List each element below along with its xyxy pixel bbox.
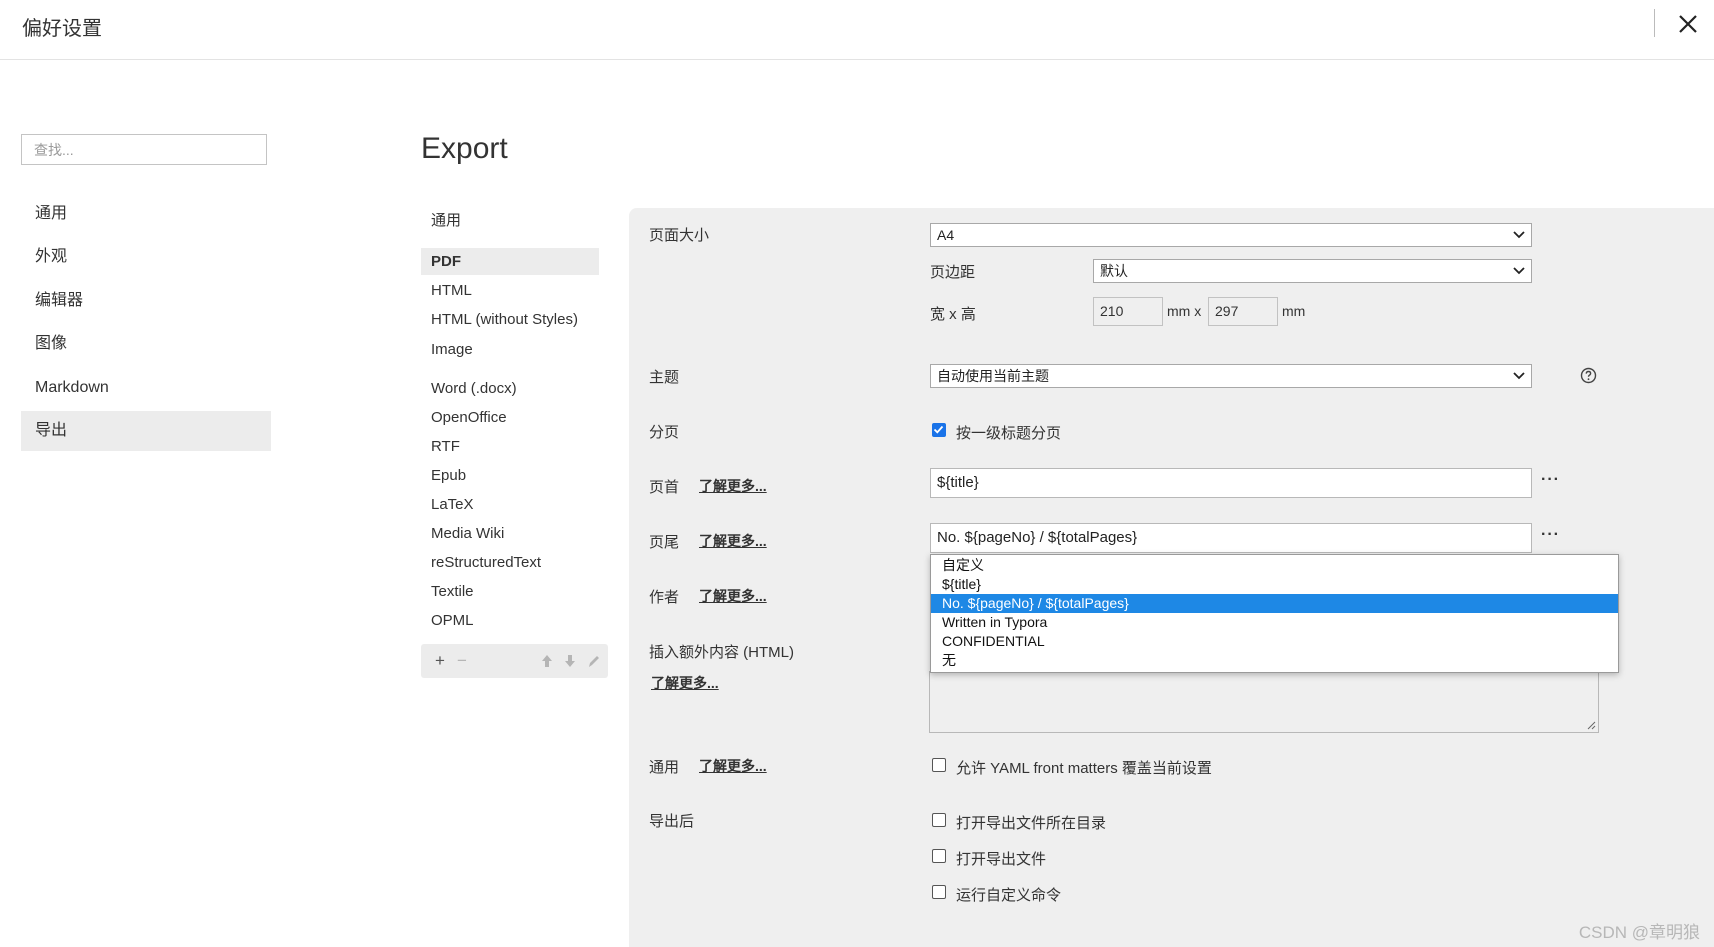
format-item-textile[interactable]: Textile	[421, 578, 599, 605]
help-icon	[1580, 367, 1597, 384]
pagination-checkbox-label: 按一级标题分页	[956, 425, 1062, 442]
header-input[interactable]: ${title}	[930, 468, 1532, 498]
format-item-epub[interactable]: Epub	[421, 462, 599, 489]
title-bar-divider	[1654, 9, 1655, 37]
extra-content-textarea[interactable]	[929, 671, 1599, 733]
dropdown-option-written-in-typora[interactable]: Written in Typora	[931, 613, 1618, 632]
open-export-folder-label: 打开导出文件所在目录	[956, 815, 1107, 832]
page-size-select[interactable]: A4	[930, 223, 1532, 247]
nav-item-image[interactable]: 图像	[21, 324, 271, 364]
theme-select[interactable]: 自动使用当前主题	[930, 364, 1532, 388]
close-icon	[1679, 15, 1697, 33]
margin-value: 默认	[1100, 263, 1128, 279]
author-learn-more-link[interactable]: 了解更多...	[699, 586, 767, 606]
format-item-html-without-styles[interactable]: HTML (without Styles)	[421, 306, 599, 333]
title-bar: 偏好设置	[0, 0, 1714, 60]
format-item-media-wiki[interactable]: Media Wiki	[421, 520, 599, 547]
resize-handle-icon[interactable]	[1586, 720, 1596, 730]
close-button[interactable]	[1670, 6, 1706, 42]
format-item-general[interactable]: 通用	[421, 207, 599, 234]
page-size-label: 页面大小	[649, 227, 710, 244]
nav-item-editor[interactable]: 编辑器	[21, 281, 271, 321]
footer-label: 页尾	[649, 534, 680, 551]
theme-value: 自动使用当前主题	[937, 368, 1049, 384]
page-title: Export	[421, 132, 508, 165]
nav-item-markdown[interactable]: Markdown	[21, 368, 271, 408]
general-learn-more-link[interactable]: 了解更多...	[699, 756, 767, 776]
format-item-restructuredtext[interactable]: reStructuredText	[421, 549, 599, 576]
page-height-input[interactable]: 297	[1208, 297, 1278, 326]
width-unit-label: mm x	[1167, 303, 1202, 319]
header-label: 页首	[649, 479, 680, 496]
footer-preset-dropdown[interactable]: 自定义 ${title} No. ${pageNo} / ${totalPage…	[930, 554, 1619, 673]
format-item-latex[interactable]: LaTeX	[421, 491, 599, 518]
dropdown-option-none[interactable]: 无	[931, 651, 1618, 670]
checkmark-icon	[933, 425, 944, 434]
footer-learn-more-link[interactable]: 了解更多...	[699, 531, 767, 551]
margin-select[interactable]: 默认	[1093, 259, 1532, 283]
chevron-down-icon	[1513, 372, 1525, 380]
edit-format-button[interactable]	[587, 644, 601, 678]
dropdown-option-custom[interactable]: 自定义	[931, 556, 1618, 575]
yaml-override-checkbox[interactable]	[932, 758, 946, 772]
after-export-label: 导出后	[649, 813, 695, 830]
dimensions-label: 宽 x 高	[930, 306, 976, 323]
dropdown-option-title[interactable]: ${title}	[931, 575, 1618, 594]
general-label: 通用	[649, 759, 680, 776]
extra-content-label: 插入额外内容 (HTML)	[649, 644, 794, 661]
chevron-down-icon	[1513, 267, 1525, 275]
theme-label: 主题	[649, 369, 680, 386]
page-width-input[interactable]: 210	[1093, 297, 1163, 326]
window-title: 偏好设置	[22, 18, 102, 40]
extra-content-learn-more-link[interactable]: 了解更多...	[651, 673, 719, 693]
footer-more-button[interactable]: ···	[1541, 526, 1560, 544]
height-unit-label: mm	[1282, 303, 1306, 319]
pencil-icon	[589, 656, 599, 667]
yaml-override-checkbox-label: 允许 YAML front matters 覆盖当前设置	[956, 760, 1212, 777]
search-input[interactable]	[21, 134, 267, 165]
format-item-word[interactable]: Word (.docx)	[421, 375, 599, 402]
header-more-button[interactable]: ···	[1541, 471, 1560, 489]
pagination-label: 分页	[649, 424, 680, 441]
move-down-button[interactable]	[564, 644, 576, 678]
margin-label: 页边距	[930, 264, 976, 281]
add-format-button[interactable]: +	[435, 644, 445, 678]
chevron-down-icon	[1513, 231, 1525, 239]
header-learn-more-link[interactable]: 了解更多...	[699, 476, 767, 496]
move-up-button[interactable]	[541, 644, 553, 678]
author-label: 作者	[649, 589, 680, 606]
run-custom-command-label: 运行自定义命令	[956, 887, 1062, 904]
format-item-opml[interactable]: OPML	[421, 607, 599, 634]
format-item-openoffice[interactable]: OpenOffice	[421, 404, 599, 431]
arrow-down-icon	[565, 655, 575, 667]
run-custom-command-checkbox[interactable]	[932, 885, 946, 899]
format-list-toolbar: + −	[421, 644, 608, 678]
dropdown-option-page-number[interactable]: No. ${pageNo} / ${totalPages}	[931, 594, 1618, 613]
page-size-value: A4	[937, 227, 955, 243]
theme-help-button[interactable]	[1580, 367, 1597, 387]
pagination-checkbox[interactable]	[932, 423, 946, 437]
format-item-rtf[interactable]: RTF	[421, 433, 599, 460]
arrow-up-icon	[542, 655, 552, 667]
nav-item-export[interactable]: 导出	[21, 411, 271, 451]
format-item-pdf[interactable]: PDF	[421, 248, 599, 275]
nav-item-appearance[interactable]: 外观	[21, 237, 271, 277]
open-export-file-label: 打开导出文件	[956, 851, 1047, 868]
format-item-image[interactable]: Image	[421, 336, 599, 363]
dropdown-option-confidential[interactable]: CONFIDENTIAL	[931, 632, 1618, 651]
open-export-file-checkbox[interactable]	[932, 849, 946, 863]
remove-format-button[interactable]: −	[457, 644, 467, 678]
format-item-html[interactable]: HTML	[421, 277, 599, 304]
footer-input[interactable]: No. ${pageNo} / ${totalPages}	[930, 523, 1532, 553]
watermark: CSDN @章明狼	[1578, 923, 1700, 942]
open-export-folder-checkbox[interactable]	[932, 813, 946, 827]
nav-item-general[interactable]: 通用	[21, 194, 271, 234]
